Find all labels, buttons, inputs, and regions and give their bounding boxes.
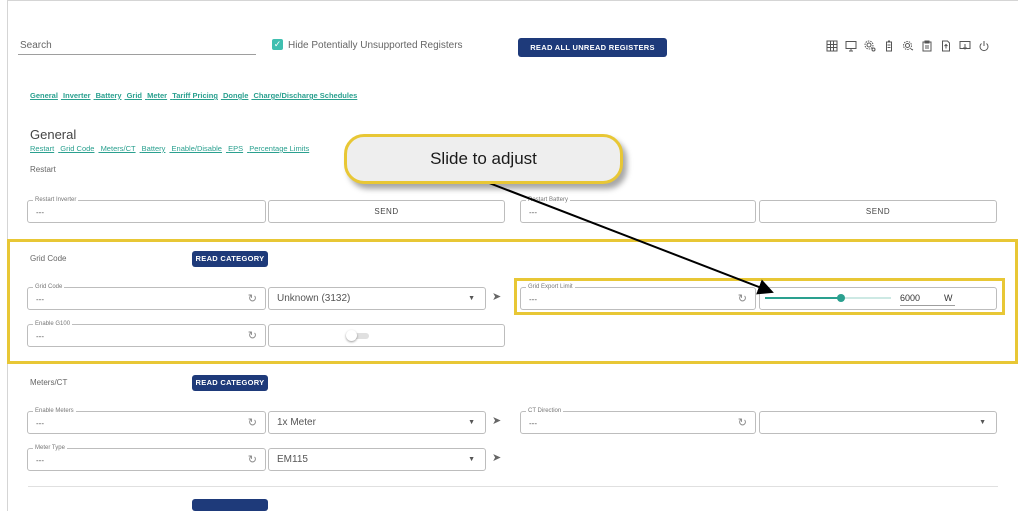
callout-arrow — [483, 180, 774, 295]
slide-to-adjust-callout: Slide to adjust — [344, 134, 623, 184]
